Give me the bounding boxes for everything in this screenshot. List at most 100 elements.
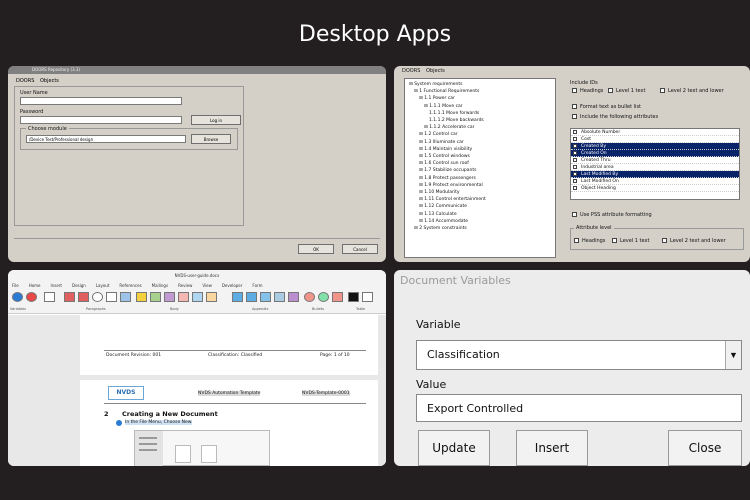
variable-dropdown[interactable]: Classification ▼	[416, 340, 742, 370]
style-h5-icon[interactable]	[192, 292, 203, 302]
appendix-a1-icon[interactable]	[232, 292, 243, 302]
checkbox-icon[interactable]	[573, 172, 577, 176]
appendix-a3-icon[interactable]	[260, 292, 271, 302]
tree-item[interactable]: ⊟ 1.4 Maintain visibility	[409, 146, 551, 153]
ribbon-tab[interactable]: Layout	[96, 283, 110, 288]
checkbox-icon[interactable]	[573, 144, 577, 148]
bullet-square-icon[interactable]	[332, 292, 343, 302]
ribbon-tab[interactable]: View	[202, 283, 212, 288]
tree-item[interactable]: 1.1.1.2 Move backwards	[409, 117, 551, 124]
attribute-list[interactable]: Absolute Number Cost Created By Created On C…	[570, 128, 740, 200]
attribute-item[interactable]: Last Modified By	[571, 171, 739, 178]
ok-button[interactable]: OK	[298, 244, 334, 254]
attribute-item[interactable]: Absolute Number	[571, 129, 739, 136]
remove-break-icon[interactable]	[120, 292, 131, 302]
tree-item[interactable]: ⊟ 1.13 Calculate	[409, 211, 551, 218]
user-name-input[interactable]	[20, 97, 182, 105]
target-icon[interactable]	[92, 292, 103, 302]
style-h1-icon[interactable]	[136, 292, 147, 302]
attribute-item[interactable]: Object Heading	[571, 185, 739, 192]
checkbox-icon[interactable]	[572, 114, 577, 119]
cross-icon[interactable]	[106, 292, 117, 302]
ribbon-tab[interactable]: File	[12, 283, 19, 288]
tab-doors[interactable]: DOORS	[402, 68, 420, 74]
attribute-item[interactable]: Created Thru	[571, 157, 739, 164]
close-button[interactable]: Close	[668, 430, 742, 466]
appendix-a5-icon[interactable]	[288, 292, 299, 302]
tree-item[interactable]: ⊟ 1 Functional Requirements	[409, 88, 551, 95]
attribute-item[interactable]: Last Modified On	[571, 178, 739, 185]
value-input[interactable]: Export Controlled	[416, 394, 742, 422]
tree-item[interactable]: ⊟ 1.10 Modularity	[409, 189, 551, 196]
tab-objects[interactable]: Objects	[426, 68, 445, 74]
table-color-icon[interactable]	[348, 292, 359, 302]
update-button[interactable]: Update	[418, 430, 490, 466]
tree-item[interactable]: ⊟ System requirements	[409, 81, 551, 88]
checkbox-icon[interactable]	[660, 88, 665, 93]
ribbon-tab[interactable]: Home	[29, 283, 41, 288]
attribute-item[interactable]: Created On	[571, 150, 739, 157]
chevron-down-icon[interactable]: ▼	[725, 341, 741, 369]
appendix-a2-icon[interactable]	[246, 292, 257, 302]
checkbox-icon[interactable]	[573, 186, 577, 190]
info-icon[interactable]	[12, 292, 23, 302]
tree-item[interactable]: ⊟ 1.9 Protect environmental	[409, 182, 551, 189]
ribbon-tab[interactable]: Developer	[222, 283, 243, 288]
checkbox-icon[interactable]	[574, 238, 579, 243]
page-1-bottom[interactable]	[80, 315, 378, 375]
keep-icon[interactable]	[64, 292, 75, 302]
ribbon-tab[interactable]: Insert	[51, 283, 62, 288]
checkbox-icon[interactable]	[572, 88, 577, 93]
table-grid-icon[interactable]	[362, 292, 373, 302]
checkbox-icon[interactable]	[608, 88, 613, 93]
style-h3-icon[interactable]	[164, 292, 175, 302]
checkbox-icon[interactable]	[573, 165, 577, 169]
checkbox-icon[interactable]	[612, 238, 617, 243]
page-break-icon[interactable]	[78, 292, 89, 302]
appendix-a4-icon[interactable]	[274, 292, 285, 302]
checkbox-icon[interactable]	[573, 137, 577, 141]
tab-objects[interactable]: Objects	[40, 78, 59, 84]
ribbon-tab[interactable]: Design	[72, 283, 86, 288]
tree-item[interactable]: ⊟ 1.3 Illuminate car	[409, 139, 551, 146]
style-h2-icon[interactable]	[150, 292, 161, 302]
checkbox-icon[interactable]	[572, 104, 577, 109]
cancel-button[interactable]: Cancel	[342, 244, 378, 254]
tab-doors[interactable]: DOORS	[16, 78, 34, 84]
checkbox-icon[interactable]	[572, 212, 577, 217]
bullet-red-icon[interactable]	[304, 292, 315, 302]
ribbon-tab[interactable]: References	[119, 283, 141, 288]
checkbox-icon[interactable]	[573, 179, 577, 183]
page-icon[interactable]	[44, 292, 55, 302]
tree-item[interactable]: ⊟ 1.2 Control car	[409, 131, 551, 138]
tree-item[interactable]: 1.1.1.1 Move forwards	[409, 110, 551, 117]
checkbox-icon[interactable]	[662, 238, 667, 243]
insert-button[interactable]: Insert	[516, 430, 588, 466]
tree-item[interactable]: ⊟ 1.12 Communicate	[409, 203, 551, 210]
module-path-input[interactable]: /Device Test/Professional design	[26, 135, 186, 143]
ribbon-tab[interactable]: Mailings	[152, 283, 168, 288]
tree-item[interactable]: ⊟ 1.1.2 Accelerate car	[409, 124, 551, 131]
tree-item[interactable]: ⊟ 1.6 Control sun roof	[409, 160, 551, 167]
attribute-item[interactable]: Industrial area	[571, 164, 739, 171]
checkbox-icon[interactable]	[573, 151, 577, 155]
checkbox-icon[interactable]	[573, 130, 577, 134]
tree-item[interactable]: ⊟ 1.11 Control entertainment	[409, 196, 551, 203]
tree-item[interactable]: ⊟ 2 System constraints	[409, 225, 551, 232]
ribbon-tab[interactable]: Review	[178, 283, 192, 288]
delete-icon[interactable]	[26, 292, 37, 302]
tree-item[interactable]: ⊟ 1.5 Control windows	[409, 153, 551, 160]
tree-item[interactable]: ⊟ 1.1.1 Move car	[409, 103, 551, 110]
browse-button[interactable]: Browse	[191, 134, 231, 144]
attribute-item[interactable]: Created By	[571, 143, 739, 150]
bullet-green-icon[interactable]	[318, 292, 329, 302]
tree-item[interactable]: ⊟ 1.1 Power car	[409, 95, 551, 102]
tree-item[interactable]: ⊟ 1.14 Accommodate	[409, 218, 551, 225]
style-body-icon[interactable]	[206, 292, 217, 302]
password-input[interactable]	[20, 116, 182, 124]
checkbox-icon[interactable]	[573, 158, 577, 162]
ribbon-tab[interactable]: Form	[252, 283, 262, 288]
attribute-item[interactable]: Cost	[571, 136, 739, 143]
login-button[interactable]: Log in	[191, 115, 241, 125]
tree-item[interactable]: ⊟ 1.8 Protect passengers	[409, 175, 551, 182]
